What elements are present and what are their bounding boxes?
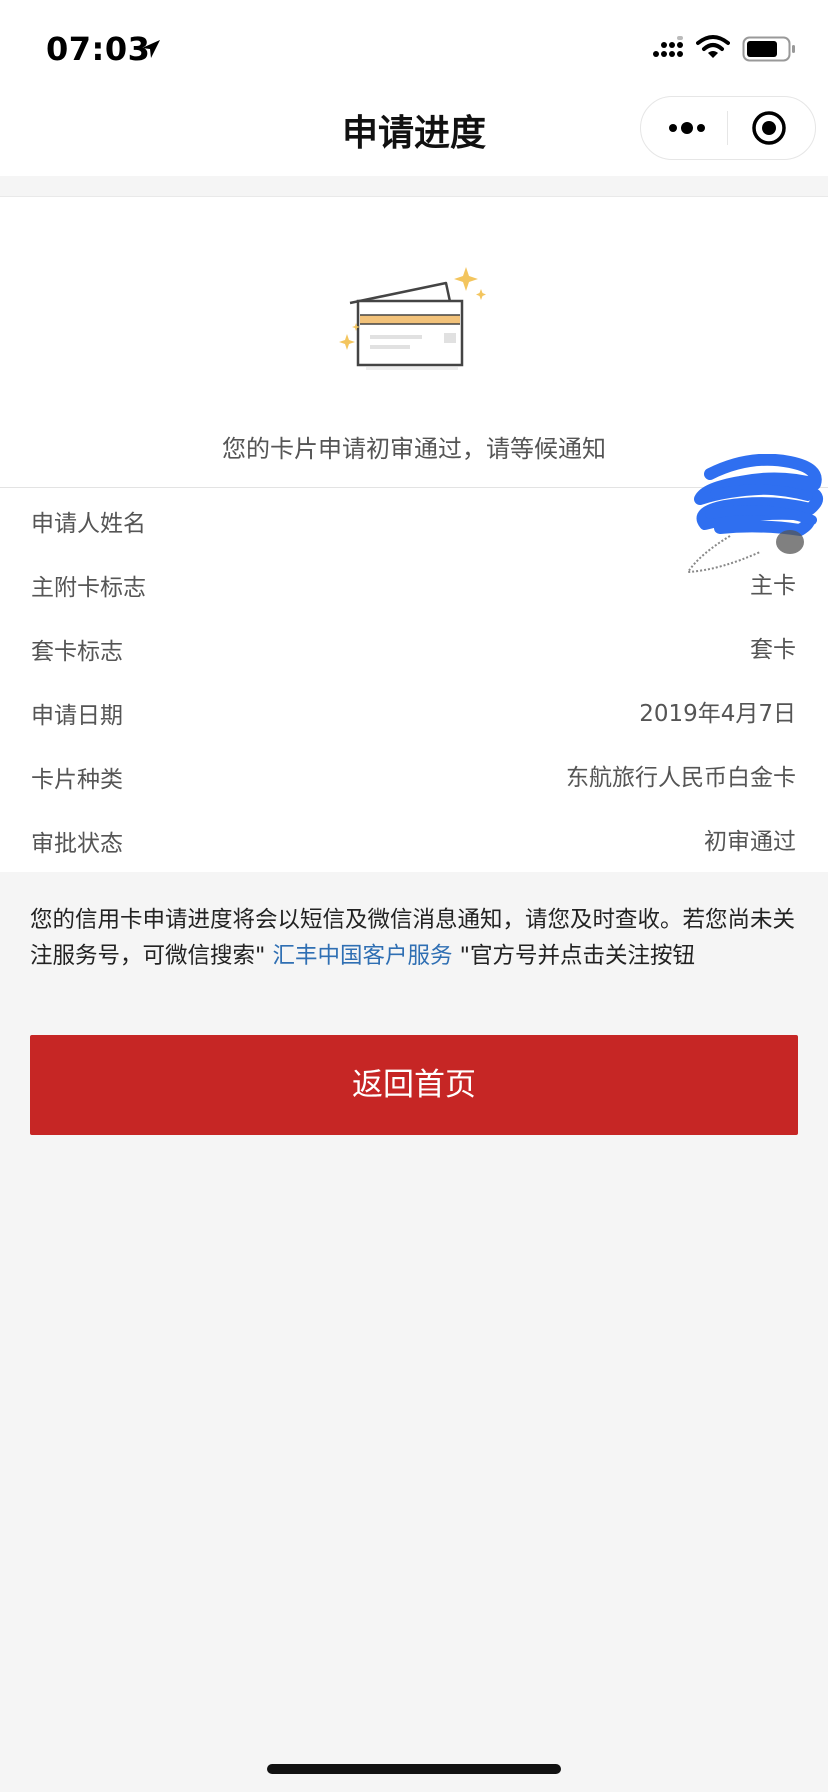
- detail-value: 2019年4月7日: [639, 701, 796, 727]
- status-panel: 您的卡片申请初审通过，请等候通知: [0, 197, 828, 488]
- capsule-divider: [727, 111, 728, 145]
- detail-label: 卡片种类: [31, 767, 123, 793]
- status-time: 07:03: [46, 30, 151, 68]
- detail-value: 东航旅行人民币白金卡: [566, 765, 796, 791]
- service-account-link[interactable]: 汇丰中国客户服务: [273, 943, 453, 969]
- redaction-scribble: [686, 454, 823, 574]
- location-arrow-icon: [142, 40, 160, 58]
- more-dots-icon[interactable]: [667, 117, 707, 139]
- detail-row-bundle-flag: 套卡标志 套卡: [0, 616, 828, 680]
- notice-text-end: "官方号并点击关注按钮: [452, 943, 696, 969]
- wifi-icon: [696, 35, 730, 58]
- battery-icon: [742, 36, 795, 62]
- cellular-signal-icon: [653, 36, 683, 57]
- notification-notice: 您的信用卡申请进度将会以短信及微信消息通知，请您及时查收。若您尚未关注服务号，可…: [30, 902, 800, 974]
- nav-bar: 申请进度: [0, 92, 828, 176]
- mini-program-capsule: [640, 96, 816, 160]
- detail-row-card-category: 卡片种类 东航旅行人民币白金卡: [0, 744, 828, 808]
- detail-row-approval-status: 审批状态 初审通过: [0, 808, 828, 872]
- detail-value: 套卡: [750, 637, 796, 663]
- detail-label: 套卡标志: [31, 639, 123, 665]
- target-close-icon[interactable]: [751, 110, 787, 146]
- detail-label: 申请人姓名: [31, 511, 146, 537]
- detail-label: 申请日期: [31, 703, 123, 729]
- detail-label: 主附卡标志: [31, 575, 146, 601]
- detail-row-application-date: 申请日期 2019年4月7日: [0, 680, 828, 744]
- status-bar: 07:03: [0, 0, 828, 92]
- credit-card-illustration: [339, 267, 486, 370]
- detail-label: 审批状态: [31, 831, 123, 857]
- return-home-button[interactable]: 返回首页: [30, 1035, 798, 1135]
- section-gap: [0, 176, 828, 197]
- detail-value: 初审通过: [704, 829, 796, 855]
- home-indicator: [267, 1764, 561, 1774]
